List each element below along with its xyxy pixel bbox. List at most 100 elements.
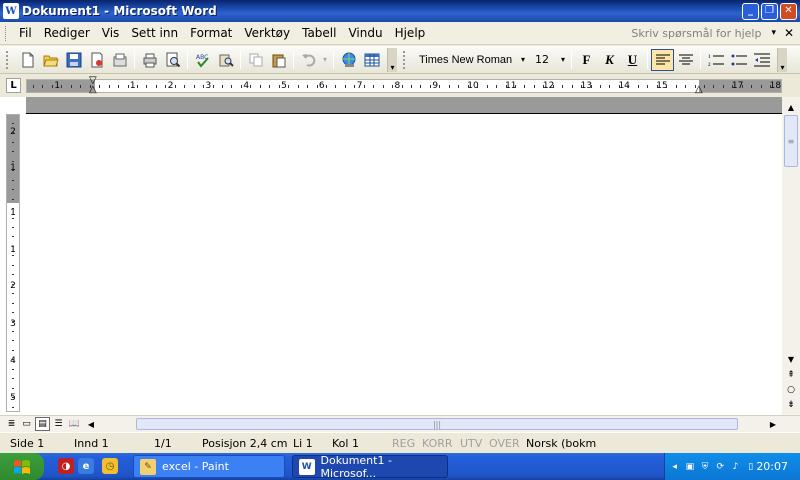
scroll-down-icon[interactable]: ▼	[783, 351, 799, 367]
vertical-ruler-tick	[12, 274, 14, 276]
ruler-tick	[231, 85, 233, 88]
align-center-button[interactable]	[674, 49, 697, 71]
ruler-number: 5	[281, 81, 287, 91]
scroll-left-icon[interactable]: ◀	[84, 417, 98, 431]
save-button[interactable]	[62, 49, 85, 71]
status-record[interactable]: REG	[392, 437, 415, 450]
decrease-indent-button[interactable]	[750, 49, 773, 71]
menu-file[interactable]: Fil	[13, 24, 38, 42]
network-icon[interactable]: ▣	[684, 460, 695, 473]
word-app-icon[interactable]: W	[3, 3, 19, 19]
start-button[interactable]	[0, 453, 44, 480]
font-name-select[interactable]: Times New Roman ▾	[416, 50, 528, 70]
print-preview-button[interactable]	[161, 49, 184, 71]
outline-view-icon[interactable]: ☰	[51, 417, 66, 431]
vertical-scroll-thumb[interactable]: ≡	[784, 115, 798, 167]
taskbar-paint-button[interactable]: ✎ excel - Paint	[133, 455, 285, 478]
reading-layout-icon[interactable]: 📖	[67, 417, 82, 431]
font-size-select[interactable]: 12 ▾	[532, 50, 568, 70]
right-indent-marker[interactable]: △	[695, 85, 703, 95]
menubar-grip[interactable]	[5, 25, 8, 41]
status-extend[interactable]: UTV	[460, 437, 482, 450]
toolbar-grip[interactable]	[6, 50, 10, 69]
menu-window[interactable]: Vindu	[342, 24, 388, 42]
battery-icon[interactable]: ▯	[745, 460, 756, 473]
menu-tools[interactable]: Verktøy	[238, 24, 296, 42]
status-position: Posisjon 2,4 cm	[202, 437, 288, 450]
taskbar-word-button[interactable]: W Dokument1 - Microsof...	[292, 454, 448, 480]
ruler-tick	[288, 85, 290, 88]
menu-format[interactable]: Format	[184, 24, 238, 42]
ruler-tick	[524, 85, 526, 88]
help-search-box[interactable]: Skriv spørsmål for hjelp ▾	[631, 27, 776, 40]
restore-button[interactable]: ❐	[761, 2, 778, 20]
clock[interactable]: 20:07	[756, 460, 788, 473]
toolbar-grip[interactable]	[403, 50, 407, 69]
next-page-icon[interactable]: ⇟	[783, 398, 799, 412]
document-page[interactable]	[26, 115, 782, 415]
menu-table[interactable]: Tabell	[296, 24, 342, 42]
undo-dropdown[interactable]: ▾	[320, 49, 330, 71]
volume-icon[interactable]: ♪	[730, 460, 741, 473]
bullets-button[interactable]	[727, 49, 750, 71]
numbered-list-icon: 12	[708, 55, 724, 67]
ruler-tick	[656, 85, 658, 88]
close-document-button[interactable]: ✕	[782, 26, 796, 40]
chevron-down-icon: ▾	[390, 62, 395, 72]
print-button[interactable]	[138, 49, 161, 71]
antivirus-icon[interactable]: ◑	[58, 458, 74, 474]
sync-icon[interactable]: ⟳	[715, 460, 726, 473]
ruler-tick	[694, 85, 696, 88]
chevron-down-icon[interactable]: ▾	[771, 28, 776, 38]
toolbar-options-button[interactable]: ▾	[387, 47, 397, 72]
scroll-right-icon[interactable]: ▶	[766, 417, 780, 431]
paste-button[interactable]	[267, 49, 290, 71]
new-document-button[interactable]	[16, 49, 39, 71]
media-player-icon[interactable]: ◷	[102, 458, 118, 474]
font-size-value: 12	[535, 53, 549, 66]
select-browse-object-icon[interactable]: ○	[783, 383, 799, 397]
insert-table-button[interactable]	[360, 49, 383, 71]
security-alert-icon[interactable]: ⛨	[699, 460, 710, 473]
copy-button[interactable]	[244, 49, 267, 71]
menu-help[interactable]: Hjelp	[389, 24, 432, 42]
scroll-up-icon[interactable]: ▲	[783, 99, 799, 115]
ruler-tick	[80, 85, 82, 88]
vertical-ruler-tick	[12, 179, 14, 181]
italic-button[interactable]: K	[598, 49, 621, 71]
status-overtype[interactable]: OVER	[489, 437, 520, 450]
previous-page-icon[interactable]: ⇞	[783, 368, 799, 382]
permission-button[interactable]	[85, 49, 108, 71]
internet-explorer-icon[interactable]: e	[78, 458, 94, 474]
toolbar-options-button[interactable]: ▾	[777, 47, 787, 72]
svg-text:1: 1	[708, 55, 711, 60]
horizontal-ruler[interactable]: ▽ △ △ 1 1 2 3 4 5 6 7 8 9 10 11 12 13 14 15 17 18	[26, 76, 782, 95]
open-button[interactable]	[39, 49, 62, 71]
status-language[interactable]: Norsk (bokm	[526, 437, 596, 450]
menu-edit[interactable]: Rediger	[38, 24, 96, 42]
vertical-ruler-tick	[12, 141, 14, 143]
help-search-input[interactable]: Skriv spørsmål for hjelp	[631, 27, 761, 40]
web-layout-icon[interactable]: ▭	[19, 417, 34, 431]
vertical-ruler[interactable]: 21112345	[6, 114, 20, 412]
hyperlink-button[interactable]	[337, 49, 360, 71]
underline-button[interactable]: U	[621, 49, 644, 71]
close-button[interactable]: ✕	[780, 2, 797, 20]
spellcheck-button[interactable]: ABC	[191, 49, 214, 71]
bold-button[interactable]: F	[575, 49, 598, 71]
align-left-button[interactable]	[651, 48, 674, 71]
status-track-changes[interactable]: KORR	[422, 437, 453, 450]
vertical-scrollbar[interactable]: ▲ ≡ ▼ ⇞ ○ ⇟	[782, 97, 800, 415]
email-button[interactable]	[108, 49, 131, 71]
print-layout-icon[interactable]: ▤	[35, 417, 50, 431]
show-hidden-icons-icon[interactable]: ◂	[669, 460, 680, 473]
normal-view-icon[interactable]: ≣	[4, 417, 19, 431]
numbering-button[interactable]: 12	[704, 49, 727, 71]
minimize-button[interactable]: _	[742, 2, 759, 20]
menu-insert[interactable]: Sett inn	[125, 24, 184, 42]
horizontal-scroll-thumb[interactable]: |||	[136, 418, 738, 430]
tab-selector-button[interactable]: L	[6, 78, 21, 93]
menu-view[interactable]: Vis	[96, 24, 126, 42]
research-button[interactable]	[214, 49, 237, 71]
undo-button[interactable]	[297, 49, 320, 71]
